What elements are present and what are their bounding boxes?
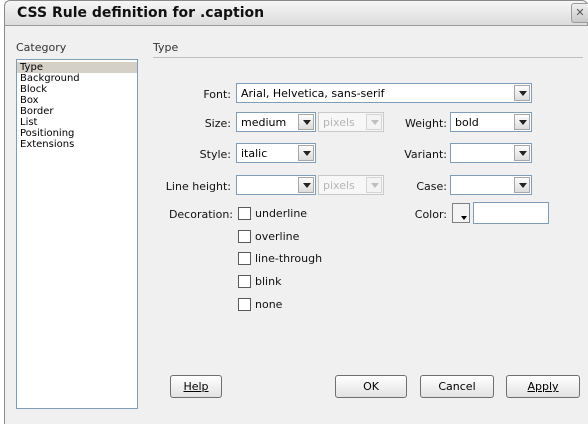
category-item-positioning[interactable]: Positioning: [17, 128, 137, 139]
help-button-label: Help: [183, 380, 209, 393]
category-item-list[interactable]: List: [17, 117, 137, 128]
window-title: CSS Rule definition for .caption: [17, 5, 265, 21]
size-label: Size:: [204, 117, 231, 130]
line-through-label[interactable]: line-through: [255, 252, 322, 265]
size-select[interactable]: medium: [236, 112, 316, 132]
chevron-down-icon[interactable]: [514, 145, 530, 161]
size-unit-select: pixels: [318, 112, 384, 132]
line-height-unit-select: pixels: [318, 175, 384, 195]
size-value: medium: [241, 116, 287, 129]
case-select[interactable]: [450, 175, 532, 195]
chevron-down-icon[interactable]: [298, 114, 314, 130]
category-item-border[interactable]: Border: [17, 106, 137, 117]
line-through-checkbox[interactable]: [238, 252, 251, 265]
style-value: italic: [241, 147, 268, 160]
close-icon[interactable]: ✕: [571, 3, 588, 23]
style-select[interactable]: italic: [236, 143, 316, 163]
help-button[interactable]: Help: [170, 375, 222, 398]
category-item-type[interactable]: Type: [17, 62, 137, 73]
category-list[interactable]: Type Background Block Box Border List Po…: [16, 59, 138, 409]
category-item-extensions[interactable]: Extensions: [17, 139, 137, 150]
color-picker-swatch[interactable]: [452, 203, 470, 223]
none-checkbox[interactable]: [238, 298, 251, 311]
blink-checkbox[interactable]: [238, 275, 251, 288]
chevron-down-icon: [366, 114, 382, 130]
panel-divider: [153, 57, 583, 58]
weight-label: Weight:: [404, 117, 447, 130]
line-height-unit-value: pixels: [323, 179, 355, 192]
style-label: Style:: [199, 148, 231, 161]
chevron-down-icon[interactable]: [514, 177, 530, 193]
underline-label[interactable]: underline: [255, 207, 307, 220]
underline-checkbox[interactable]: [238, 207, 251, 220]
panel-title: Type: [153, 41, 179, 54]
chevron-down-icon[interactable]: [514, 114, 530, 130]
overline-label[interactable]: overline: [255, 230, 299, 243]
css-rule-dialog: Category Type Background Block Box Borde…: [4, 26, 588, 424]
apply-button[interactable]: Apply: [506, 375, 580, 398]
font-label: Font:: [203, 88, 231, 101]
ok-button[interactable]: OK: [335, 375, 407, 398]
variant-select[interactable]: [450, 143, 532, 163]
chevron-down-icon: [366, 177, 382, 193]
font-select[interactable]: Arial, Helvetica, sans-serif: [236, 83, 532, 103]
line-height-select[interactable]: [236, 175, 316, 195]
cancel-button[interactable]: Cancel: [420, 375, 494, 398]
category-item-background[interactable]: Background: [17, 73, 137, 84]
weight-value: bold: [455, 116, 479, 129]
weight-select[interactable]: bold: [450, 112, 532, 132]
font-value: Arial, Helvetica, sans-serif: [241, 87, 385, 100]
category-item-box[interactable]: Box: [17, 95, 137, 106]
size-unit-value: pixels: [323, 116, 355, 129]
category-label: Category: [16, 41, 67, 54]
color-label: Color:: [414, 208, 447, 221]
overline-checkbox[interactable]: [238, 230, 251, 243]
apply-button-label: Apply: [527, 380, 559, 393]
variant-label: Variant:: [404, 148, 447, 161]
chevron-down-icon[interactable]: [298, 145, 314, 161]
none-label[interactable]: none: [255, 298, 282, 311]
line-height-label: Line height:: [165, 180, 231, 193]
blink-label[interactable]: blink: [255, 275, 281, 288]
title-bar: CSS Rule definition for .caption ✕: [4, 0, 588, 26]
color-input[interactable]: [473, 202, 549, 224]
chevron-down-icon[interactable]: [514, 85, 530, 101]
case-label: Case:: [416, 180, 447, 193]
decoration-label: Decoration:: [168, 208, 233, 221]
category-item-block[interactable]: Block: [17, 84, 137, 95]
chevron-down-icon[interactable]: [298, 177, 314, 193]
